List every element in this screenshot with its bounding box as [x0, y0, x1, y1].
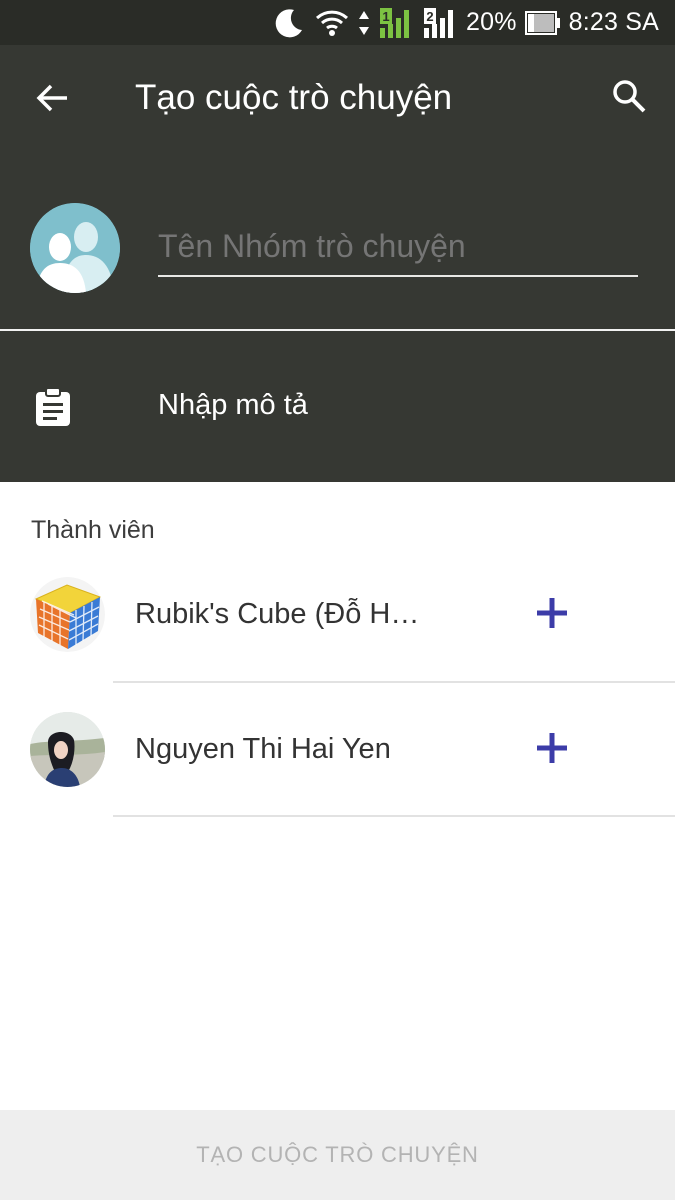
sim1-label: 1: [382, 9, 389, 24]
search-button[interactable]: [599, 73, 659, 123]
group-name-input[interactable]: [158, 225, 638, 277]
group-people-icon: [30, 203, 120, 293]
battery-percent: 20%: [466, 8, 517, 36]
rubiks-cube-avatar: [30, 577, 105, 652]
moon-icon: [272, 6, 306, 40]
plus-icon: [535, 731, 569, 770]
description-row[interactable]: Nhập mô tả: [0, 331, 675, 482]
create-chat-screen: 1 2 20% 8:23 SA Tạo cuộc trò chuyện Tên …: [0, 0, 675, 1200]
member-name: Nguyen Thi Hai Yen: [135, 733, 391, 765]
clipboard-icon: [35, 387, 71, 427]
status-bar: 1 2 20% 8:23 SA: [0, 0, 675, 45]
wifi-icon: [314, 8, 350, 38]
person-photo-avatar: [30, 712, 105, 787]
page-title: Tạo cuộc trò chuyện: [135, 78, 453, 117]
header-block: Tạo cuộc trò chuyện: [0, 45, 675, 330]
member-row[interactable]: Rubik's Cube (Đỗ H…: [0, 548, 675, 683]
member-row[interactable]: Nguyen Thi Hai Yen: [0, 683, 675, 818]
member-name: Rubik's Cube (Đỗ H…: [135, 598, 420, 630]
signal-sim2-icon: 2: [422, 6, 458, 40]
back-button[interactable]: [22, 75, 82, 125]
sim2-label: 2: [426, 9, 433, 24]
battery-icon: [524, 10, 561, 36]
search-icon: [611, 78, 647, 119]
description-placeholder[interactable]: Nhập mô tả: [158, 389, 308, 422]
plus-icon: [535, 596, 569, 635]
group-name-row: [0, 155, 675, 330]
arrow-left-icon: [35, 83, 69, 118]
add-member-button[interactable]: [530, 593, 574, 637]
add-member-button[interactable]: [530, 728, 574, 772]
status-time: 8:23 SA: [568, 8, 659, 36]
row-divider: [113, 815, 675, 817]
members-section-label: Thành viên: [31, 516, 155, 544]
app-bar: Tạo cuộc trò chuyện: [0, 45, 675, 155]
group-avatar[interactable]: [30, 203, 120, 293]
signal-sim1-icon: 1: [378, 6, 414, 40]
create-chat-button[interactable]: TẠO CUỘC TRÒ CHUYỆN: [0, 1110, 675, 1200]
data-arrows-icon: [358, 9, 370, 37]
